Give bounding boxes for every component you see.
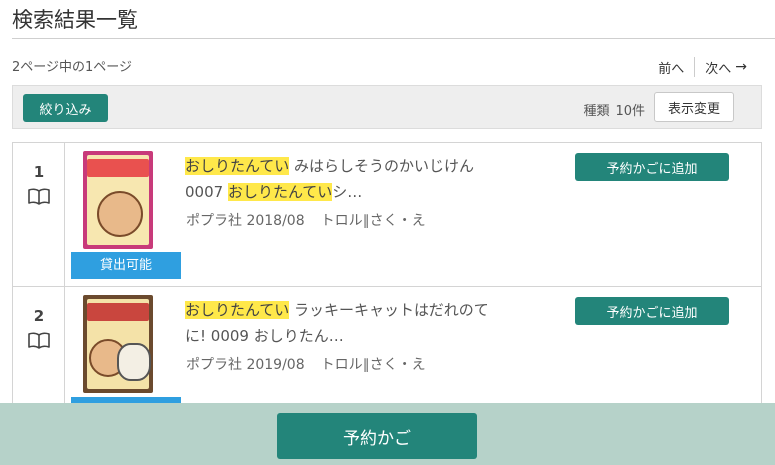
result-title-link[interactable]: おしりたんてい みはらしそうのかいじけん 0007 おしりたんていシ… [185,153,500,205]
title-highlight: おしりたんてい [185,157,290,175]
book-icon [28,188,50,205]
title-highlight: おしりたんてい [185,301,290,319]
kind-label: 種類 [583,104,610,119]
page-info: 2ページ中の1ページ [12,60,133,75]
next-page-link[interactable]: 次へ → [695,58,747,77]
result-number: 2 [33,307,45,325]
publisher-date: ポプラ社 2018/08 [186,213,305,229]
result-number-column: 1 [13,143,65,286]
result-row: 1 貸出可能 おしりたんてい みはらしそうのかいじけん 0007 おしりたんてい… [12,143,762,287]
author: トロル∥さく・え [320,213,426,229]
result-meta: ポプラ社 2018/08 トロル∥さく・え [186,210,426,230]
title-text: シ… [332,183,363,201]
result-number: 1 [33,163,45,181]
pager: 前へ 次へ → [658,57,747,77]
next-page-label: 次へ [705,61,732,77]
title-divider [12,38,775,39]
result-meta: ポプラ社 2019/08 トロル∥さく・え [186,354,426,374]
publisher-date: ポプラ社 2019/08 [186,357,305,373]
add-to-cart-button[interactable]: 予約かごに追加 [575,153,729,181]
kind-count-label: 種類 10件 [583,100,645,119]
kind-count: 10件 [615,104,645,119]
prev-page-link[interactable]: 前へ [658,58,694,77]
display-change-button[interactable]: 表示変更 [654,92,734,122]
author: トロル∥さく・え [320,357,426,373]
arrow-right-icon: → [735,59,747,75]
page-title: 検索結果一覧 [12,8,138,32]
book-cover-image[interactable] [83,151,153,249]
reservation-cart-button[interactable]: 予約かご [277,413,477,459]
results-list: 1 貸出可能 おしりたんてい みはらしそうのかいじけん 0007 おしりたんてい… [12,142,762,431]
result-title-link[interactable]: おしりたんてい ラッキーキャットはだれのてに! 0009 おしりたん… [185,297,500,349]
status-badge: 貸出可能 [71,252,181,279]
filter-button[interactable]: 絞り込み [23,94,108,122]
bottom-bar: 予約かご [0,403,775,465]
add-to-cart-button[interactable]: 予約かごに追加 [575,297,729,325]
book-cover-image[interactable] [83,295,153,393]
filter-bar: 絞り込み 種類 10件 表示変更 [12,85,762,129]
book-icon [28,332,50,349]
title-highlight: おしりたんてい [227,183,333,201]
